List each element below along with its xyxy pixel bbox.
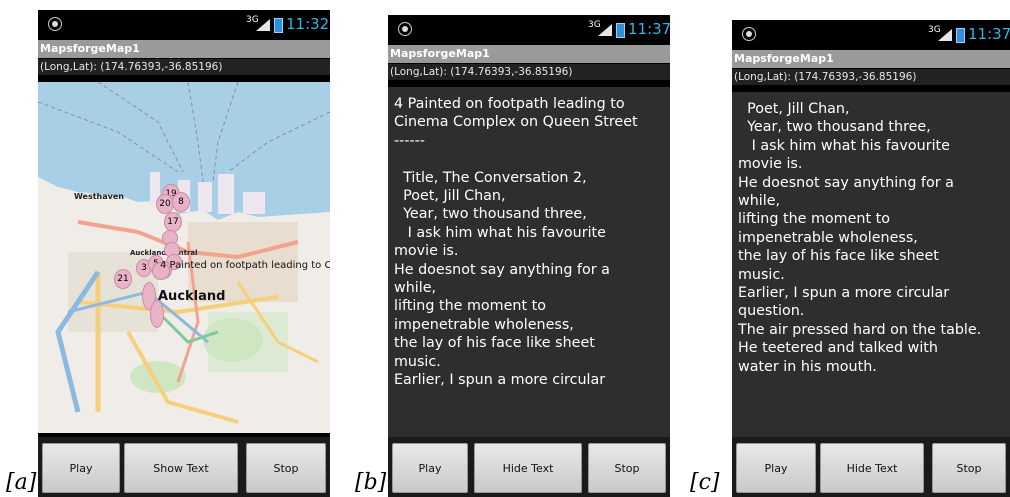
poem-line: the lay of his face like sheet [394,335,595,352]
poem-line: I ask him what his favourite [738,137,950,154]
play-button[interactable]: Play [42,443,120,493]
poem-line: lifting the moment to [738,211,890,228]
poem-line: He doesnot say anything for a [394,261,610,278]
poem-line: 4 Painted on footpath leading to [394,96,625,112]
button-bar: Play Hide Text Stop [388,437,670,497]
clock: 11:32 [286,15,330,33]
app-title: MapsforgeMap1 [732,50,1010,68]
map-label-westhaven: Westhaven [74,192,124,201]
stop-button[interactable]: Stop [932,443,1006,493]
poem-line: Year, two thousand three, [394,206,587,223]
poem-line: The air pressed hard on the table. [738,321,982,338]
poem-line: the lay of his face like sheet [738,248,939,265]
poem-line: Title, The Conversation 2, [394,169,587,186]
poem-line: Earlier, I spun a more circular [738,285,950,302]
poem-text-panel[interactable]: Poet, Jill Chan, Year, two thousand thre… [732,92,1010,442]
map-canvas [38,82,330,433]
battery-icon [956,28,965,43]
button-bar: Play Show Text Stop [38,437,330,497]
poem-line: music. [394,353,441,370]
coordinates-readout: (Long,Lat): (174.76393,-36.85196) [732,69,1010,85]
stop-button[interactable]: Stop [246,443,326,493]
poem-line: lifting the moment to [394,298,546,315]
poem-line: Cinema Complex on Queen Street [394,114,638,131]
map-marker-label: 4 Painted on footpath leading to C [160,260,330,271]
poem-line: impenetrable wholeness, [738,229,918,246]
status-bar: 3G 11:37 [388,15,670,45]
button-bar: Play Hide Text Stop [732,437,1010,497]
signal-icon [598,24,612,36]
poem-text-panel[interactable]: 4 Painted on footpath leading to Cinema … [388,87,670,437]
caption-a: [a] [6,470,37,495]
poem-line: movie is. [738,156,803,173]
phone-screen-b: 3G 11:37 MapsforgeMap1 (Long,Lat): (174.… [388,15,670,497]
poem-line: Poet, Jill Chan, [394,188,506,205]
poem-line: Earlier, I spun a more circular [394,372,606,389]
poem-line: Poet, Jill Chan, [738,101,850,117]
signal-icon [256,19,270,31]
caption-c: [c] [690,470,720,495]
poem-line: water in his mouth. [738,358,877,375]
map-marker[interactable]: 21 [114,269,132,289]
poem-line: question. [738,303,805,320]
caption-b: [b] [355,470,387,495]
stop-button[interactable]: Stop [588,443,666,493]
coordinates-readout: (Long,Lat): (174.76393,-36.85196) [388,64,670,80]
phone-screen-a: 3G 11:32 MapsforgeMap1 (Long,Lat): (174.… [38,10,330,497]
phone-screen-c: 3G 11:37 MapsforgeMap1 (Long,Lat): (174.… [732,20,1010,497]
poem-line: music. [738,266,785,283]
status-bar: 3G 11:32 [38,10,330,40]
play-button[interactable]: Play [392,443,468,493]
gps-icon [742,27,756,41]
clock: 11:37 [628,20,670,38]
map-marker[interactable]: 17 [164,212,182,232]
map-marker[interactable]: 8 [172,192,190,212]
battery-icon [616,23,625,38]
map-label-city: Auckland [158,289,226,304]
app-title: MapsforgeMap1 [38,40,330,58]
map-view[interactable]: Westhaven Auckland Central Auckland 19 2… [38,82,330,433]
status-bar: 3G 11:37 [732,20,1010,50]
gps-icon [398,22,412,36]
poem-line: He doesnot say anything for a [738,174,954,191]
poem-line: movie is. [394,243,459,260]
hide-text-button[interactable]: Hide Text [474,443,582,493]
map-marker[interactable] [150,300,164,328]
battery-icon [274,18,283,33]
signal-icon [938,29,952,41]
gps-icon [48,17,62,31]
poem-line: ​ [394,150,664,168]
hide-text-button[interactable]: Hide Text [820,443,924,493]
app-title: MapsforgeMap1 [388,45,670,63]
poem-line: I ask him what his favourite [394,224,606,241]
clock: 11:37 [968,25,1010,43]
coordinates-readout: (Long,Lat): (174.76393,-36.85196) [38,59,330,75]
show-text-button[interactable]: Show Text [124,443,238,493]
poem-line: while, [394,280,437,297]
play-button[interactable]: Play [736,443,816,493]
poem-line: He teetered and talked with [738,340,938,357]
poem-line: Year, two thousand three, [738,119,931,136]
poem-line: while, [738,193,781,210]
poem-line: impenetrable wholeness, [394,316,574,333]
poem-line: ------ [394,132,425,149]
